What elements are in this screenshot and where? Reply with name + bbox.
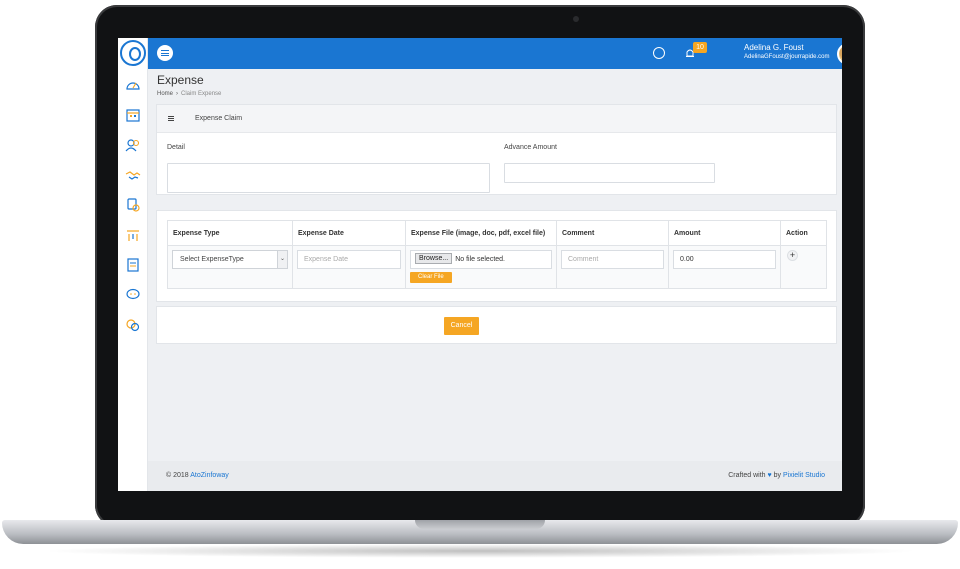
advance-amount-field[interactable] xyxy=(504,163,715,183)
column-header-expense-file: Expense File (image, doc, pdf, excel fil… xyxy=(405,220,557,246)
cell-comment: Comment xyxy=(556,245,669,289)
dashboard-icon[interactable] xyxy=(125,78,141,92)
money-icon[interactable] xyxy=(125,198,141,212)
settings-icon[interactable] xyxy=(125,318,141,332)
heart-icon: ♥ xyxy=(767,472,772,479)
table-header-row: Expense Type Expense Date Expense File (… xyxy=(167,220,827,246)
card-header: Expense Claim xyxy=(157,105,836,133)
breadcrumb-current: Claim Expense xyxy=(181,91,222,97)
menu-toggle-icon[interactable] xyxy=(157,45,173,61)
detail-label: Detail xyxy=(167,144,185,151)
user-email: AdelinaGFoust@jourrapide.com xyxy=(744,54,830,60)
document-icon[interactable] xyxy=(125,258,141,272)
amount-input[interactable]: 0.00 xyxy=(673,250,776,269)
cell-amount: 0.00 xyxy=(668,245,781,289)
column-header-expense-date: Expense Date xyxy=(292,220,406,246)
browse-button[interactable]: Browse... xyxy=(415,253,453,264)
calendar-icon[interactable] xyxy=(125,108,141,122)
top-bar: 10 Adelina G. Foust AdelinaGFoust@jourra… xyxy=(148,38,842,69)
user-name[interactable]: Adelina G. Foust xyxy=(744,43,804,52)
avatar[interactable] xyxy=(837,43,842,65)
column-header-action: Action xyxy=(780,220,827,246)
file-input[interactable]: Browse... No file selected. xyxy=(410,250,552,269)
breadcrumb: Home › Claim Expense xyxy=(157,91,221,97)
cell-expense-date: Expense Date xyxy=(292,245,406,289)
sidebar xyxy=(118,38,148,491)
hamburger-icon[interactable] xyxy=(168,116,174,121)
expense-type-value: Select ExpenseType xyxy=(180,256,244,263)
expense-date-input[interactable]: Expense Date xyxy=(297,250,401,269)
notification-badge: 10 xyxy=(693,42,707,53)
expense-type-select[interactable]: Select ExpenseType ⌄ xyxy=(172,250,288,269)
handshake-icon[interactable] xyxy=(125,168,141,182)
clear-file-button[interactable]: Clear File xyxy=(410,272,452,283)
detail-textarea[interactable] xyxy=(167,163,490,193)
footer-credit: Crafted with ♥ by Pixielit Studio xyxy=(728,472,825,479)
by-text: by xyxy=(773,472,782,479)
actions-card: Cancel xyxy=(156,306,837,344)
expense-claim-card: Expense Claim Detail Advance Amount xyxy=(156,104,837,195)
cell-expense-type: Select ExpenseType ⌄ xyxy=(167,245,293,289)
copyright-text: © 2018 xyxy=(166,472,189,479)
help-icon[interactable] xyxy=(653,47,665,59)
advance-amount-label: Advance Amount xyxy=(504,144,557,151)
studio-link[interactable]: Pixielit Studio xyxy=(783,472,825,479)
cancel-button[interactable]: Cancel xyxy=(444,317,479,335)
column-header-amount: Amount xyxy=(668,220,781,246)
expense-table-card: Expense Type Expense Date Expense File (… xyxy=(156,210,837,302)
comment-input[interactable]: Comment xyxy=(561,250,664,269)
expense-table: Expense Type Expense Date Expense File (… xyxy=(167,220,827,289)
footer-copyright: © 2018 AtoZinfoway xyxy=(166,472,229,479)
file-status: No file selected. xyxy=(455,256,505,263)
camera xyxy=(573,16,579,22)
add-row-button[interactable]: + xyxy=(787,250,798,261)
chevron-down-icon[interactable]: ⌄ xyxy=(277,251,287,268)
column-header-comment: Comment xyxy=(556,220,669,246)
laptop-shadow xyxy=(40,544,920,558)
chat-icon[interactable] xyxy=(125,288,141,302)
breadcrumb-home[interactable]: Home xyxy=(157,91,173,97)
company-link[interactable]: AtoZinfoway xyxy=(190,472,229,479)
breadcrumb-separator: › xyxy=(176,91,179,97)
cell-action: + xyxy=(780,245,827,289)
column-header-expense-type: Expense Type xyxy=(167,220,293,246)
logo-icon[interactable] xyxy=(120,40,146,66)
table-row: Select ExpenseType ⌄ Expense Date Browse… xyxy=(167,245,827,289)
users-icon[interactable] xyxy=(125,138,141,152)
card-title: Expense Claim xyxy=(195,115,243,122)
laptop-notch xyxy=(415,520,545,529)
page-title: Expense xyxy=(157,73,204,87)
app-screen: 10 Adelina G. Foust AdelinaGFoust@jourra… xyxy=(118,38,842,491)
footer: © 2018 AtoZinfoway Crafted with ♥ by Pix… xyxy=(148,461,842,491)
crafted-text: Crafted with xyxy=(728,472,766,479)
cell-expense-file: Browse... No file selected. Clear File xyxy=(405,245,557,289)
chart-icon[interactable] xyxy=(125,228,141,242)
